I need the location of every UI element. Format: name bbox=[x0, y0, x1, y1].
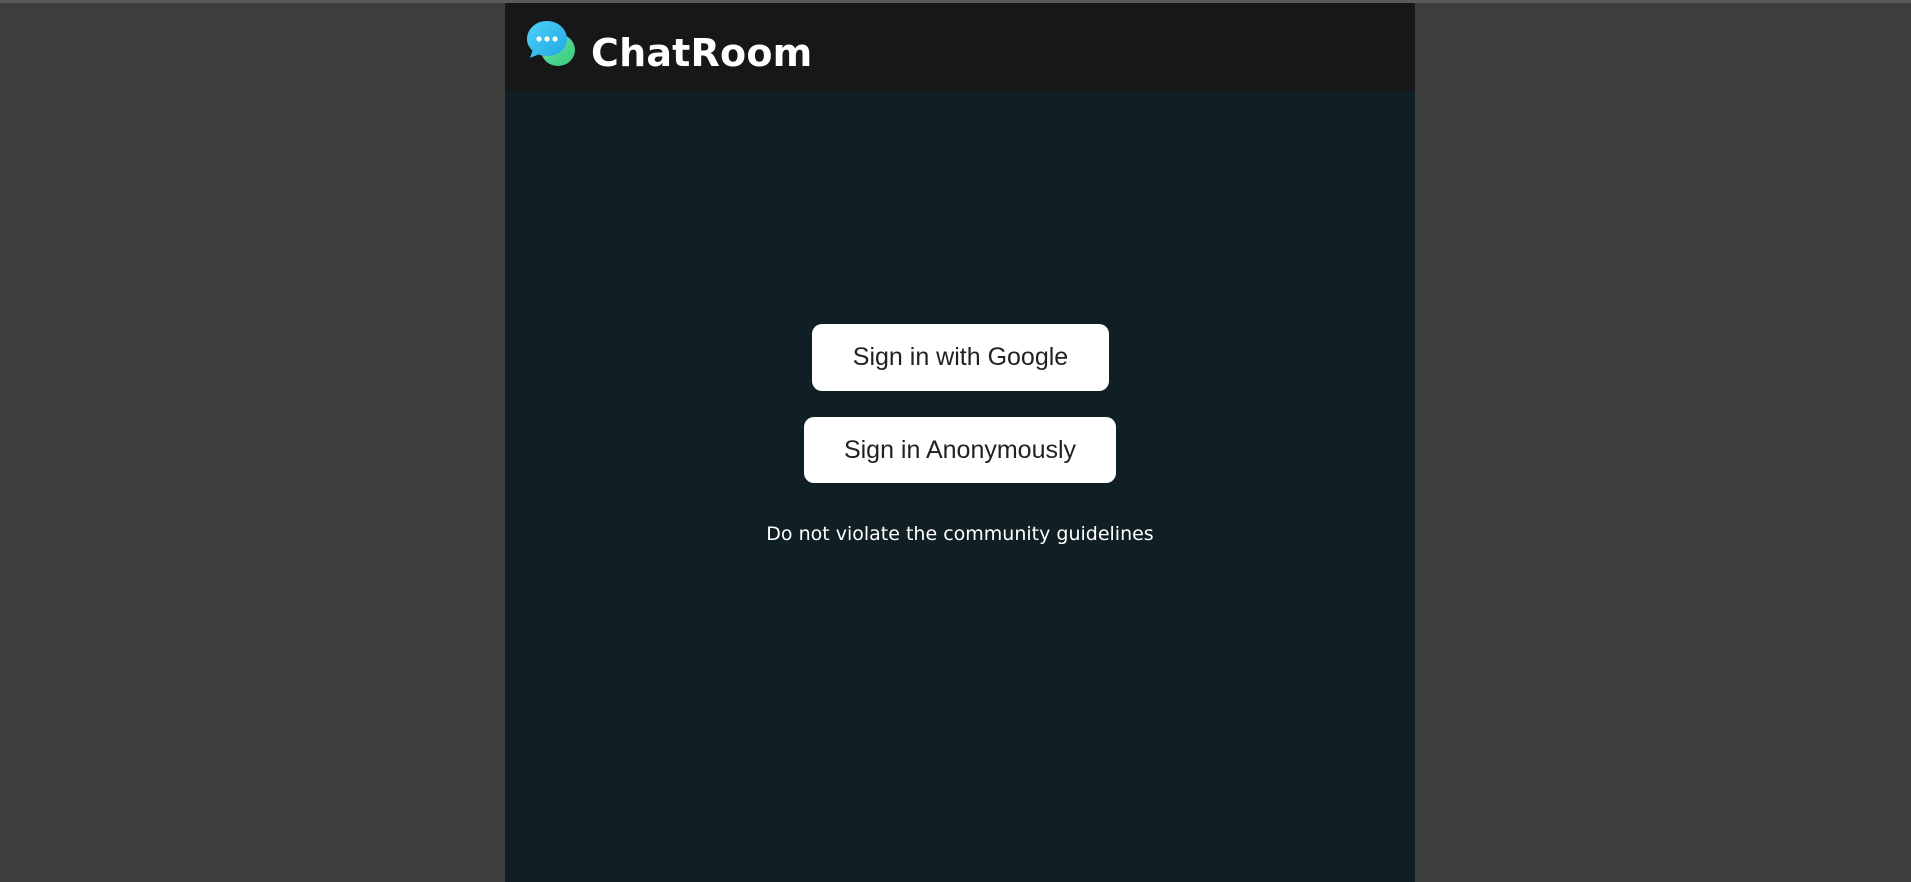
sign-in-anonymous-button[interactable]: Sign in Anonymously bbox=[804, 417, 1116, 483]
chat-bubble-icon bbox=[523, 17, 579, 73]
app-title: ChatRoom bbox=[591, 31, 813, 75]
sign-in-google-button[interactable]: Sign in with Google bbox=[812, 324, 1109, 391]
app-header: ChatRoom bbox=[505, 3, 1415, 91]
sign-in-panel: Sign in with Google Sign in Anonymously … bbox=[505, 91, 1415, 882]
community-guidelines-note: Do not violate the community guidelines bbox=[766, 523, 1154, 545]
app-container: ChatRoom Sign in with Google Sign in Ano… bbox=[505, 3, 1415, 882]
